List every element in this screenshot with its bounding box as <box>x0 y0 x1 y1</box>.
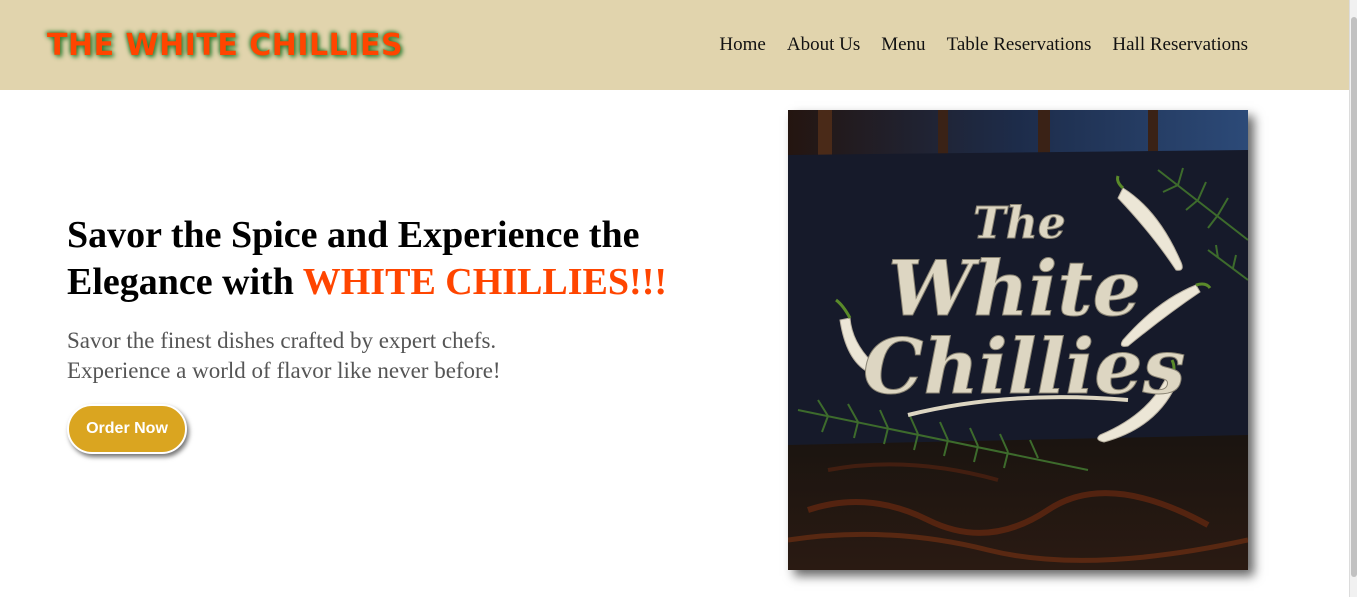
hero-title-accent: WHITE CHILLIES!!! <box>302 261 667 303</box>
order-now-button[interactable]: Order Now <box>67 404 187 454</box>
brand-logo[interactable]: THE WHITE CHILLIES <box>47 28 403 63</box>
nav-menu: Home About Us Menu Table Reservations Ha… <box>698 34 1248 56</box>
hero-logo-image: The White Chillies <box>788 110 1248 570</box>
image-text-the: The <box>973 198 1066 249</box>
hero-title: Savor the Spice and Experience the Elega… <box>67 212 767 306</box>
page-scrollbar[interactable] <box>1349 0 1357 597</box>
scrollbar-thumb[interactable] <box>1351 17 1357 577</box>
nav-link-table-reservations[interactable]: Table Reservations <box>947 34 1092 56</box>
hero-subtitle-line-1: Savor the finest dishes crafted by exper… <box>67 328 497 353</box>
image-text-white: White <box>888 244 1141 333</box>
hero-subtitle: Savor the finest dishes crafted by exper… <box>67 326 767 386</box>
nav-link-home[interactable]: Home <box>719 34 765 56</box>
nav-link-about-us[interactable]: About Us <box>787 34 860 56</box>
navbar: THE WHITE CHILLIES Home About Us Menu Ta… <box>0 0 1349 90</box>
nav-link-hall-reservations[interactable]: Hall Reservations <box>1112 34 1248 56</box>
hero-subtitle-line-2: Experience a world of flavor like never … <box>67 358 501 383</box>
hero-text: Savor the Spice and Experience the Elega… <box>67 212 767 386</box>
nav-link-menu[interactable]: Menu <box>881 34 925 56</box>
chillies-logo-illustration: The White Chillies <box>788 110 1248 570</box>
